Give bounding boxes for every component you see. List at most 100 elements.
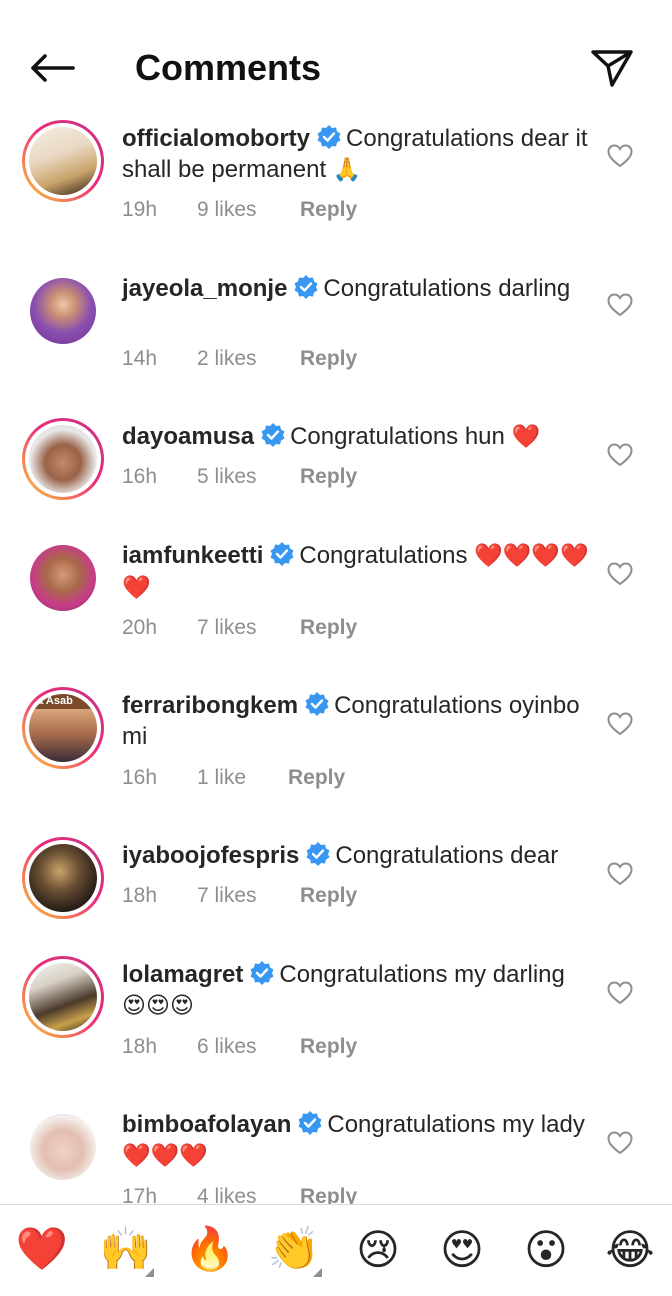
verified-badge-icon bbox=[298, 1111, 322, 1135]
comment-username[interactable]: iamfunkeetti bbox=[122, 542, 263, 569]
comment-item: iyaboojofespris Congratulations dear 18h … bbox=[0, 835, 672, 954]
reply-button[interactable]: Reply bbox=[300, 883, 357, 909]
heart-outline-icon[interactable] bbox=[606, 1129, 634, 1157]
heart-outline-icon[interactable] bbox=[606, 291, 634, 319]
reply-button[interactable]: Reply bbox=[300, 615, 357, 641]
comment-text: Congratulations hun bbox=[290, 423, 505, 450]
comment-username[interactable]: officialomoborty bbox=[122, 125, 310, 152]
comment-time: 17h bbox=[122, 1185, 158, 1204]
reply-button[interactable]: Reply bbox=[300, 346, 357, 372]
comment-username[interactable]: dayoamusa bbox=[122, 423, 254, 450]
avatar bbox=[29, 963, 97, 1031]
page-title: Comments bbox=[135, 47, 322, 88]
skin-tone-indicator bbox=[313, 1268, 322, 1277]
comment-time: 16h bbox=[122, 766, 158, 789]
comment-username[interactable]: jayeola_monje bbox=[122, 275, 287, 302]
verified-badge-icon bbox=[306, 842, 330, 866]
comment-time: 20h bbox=[122, 616, 158, 639]
comment-likes[interactable]: 4 likes bbox=[197, 1184, 300, 1204]
reply-button[interactable]: Reply bbox=[300, 464, 357, 490]
comment-username[interactable]: bimboafolayan bbox=[122, 1111, 291, 1138]
crying-face-emoji-icon: 😢 bbox=[356, 1224, 400, 1274]
reply-button[interactable]: Reply bbox=[300, 1034, 357, 1060]
tears-of-joy-emoji-icon: 😂 bbox=[605, 1224, 655, 1274]
comment-time: 18h bbox=[122, 1035, 158, 1058]
avatar bbox=[30, 1114, 96, 1180]
avatar-story-ring[interactable] bbox=[22, 418, 104, 500]
comment-text: Congratulations dear bbox=[335, 842, 559, 869]
comment-emoji: 🙏 bbox=[332, 157, 362, 183]
avatar-ring[interactable] bbox=[22, 270, 104, 352]
comment-item: ya Asab ferraribongkem Congratulations oy… bbox=[0, 685, 672, 835]
avatar bbox=[29, 127, 97, 195]
comment-text: Congratulations my lady bbox=[327, 1111, 585, 1138]
reaction-crying-face[interactable]: 😢 bbox=[348, 1219, 408, 1279]
comment-item: officialomoborty Congratulations dear it … bbox=[0, 116, 672, 266]
heart-outline-icon[interactable] bbox=[606, 560, 634, 588]
comment-text: Congratulations bbox=[299, 542, 468, 569]
avatar-caption: ya Asab bbox=[31, 695, 73, 707]
comment-emoji: 😍😍😍 bbox=[122, 993, 194, 1019]
heart-outline-icon[interactable] bbox=[606, 710, 634, 738]
comment-username[interactable]: ferraribongkem bbox=[122, 692, 298, 719]
reply-button[interactable]: Reply bbox=[300, 1184, 357, 1204]
avatar-story-ring[interactable] bbox=[22, 956, 104, 1038]
reaction-surprised-face[interactable]: 😮 bbox=[516, 1219, 576, 1279]
heart-outline-icon[interactable] bbox=[606, 142, 634, 170]
paper-plane-icon bbox=[591, 50, 633, 87]
comment-username[interactable]: lolamagret bbox=[122, 961, 243, 988]
comment-emoji: ❤️ bbox=[511, 424, 541, 450]
arrow-left-icon bbox=[31, 54, 75, 82]
reaction-clapping-hands[interactable]: 👏 bbox=[264, 1219, 324, 1279]
raising-hands-emoji-icon: 🙌 bbox=[99, 1224, 153, 1273]
heart-eyes-emoji-icon: 😍 bbox=[440, 1224, 484, 1274]
comment-likes[interactable]: 5 likes bbox=[197, 464, 300, 490]
avatar bbox=[30, 545, 96, 611]
avatar-story-ring[interactable] bbox=[22, 837, 104, 919]
reaction-raising-hands[interactable]: 🙌 bbox=[96, 1219, 156, 1279]
heart-outline-icon[interactable] bbox=[606, 979, 634, 1007]
reaction-fire[interactable]: 🔥 bbox=[180, 1219, 240, 1279]
reaction-heart[interactable]: ❤️ bbox=[12, 1219, 72, 1279]
reply-button[interactable]: Reply bbox=[288, 765, 345, 791]
comments-list[interactable]: officialomoborty Congratulations dear it … bbox=[0, 116, 672, 1204]
avatar-story-ring[interactable]: ya Asab bbox=[22, 687, 104, 769]
back-button[interactable] bbox=[26, 46, 78, 90]
verified-badge-icon bbox=[261, 423, 285, 447]
surprised-face-emoji-icon: 😮 bbox=[524, 1224, 568, 1274]
verified-badge-icon bbox=[294, 275, 318, 299]
comment-likes[interactable]: 7 likes bbox=[197, 883, 300, 909]
comment-likes[interactable]: 2 likes bbox=[197, 346, 300, 372]
verified-badge-icon bbox=[317, 125, 341, 149]
comment-item: lolamagret Congratulations my darling 😍😍😍… bbox=[0, 954, 672, 1104]
avatar-ring[interactable] bbox=[22, 537, 104, 619]
verified-badge-icon bbox=[270, 542, 294, 566]
quick-reactions-bar: ❤️ 🙌 🔥 👏 😢 😍 😮 😂 bbox=[0, 1204, 672, 1296]
comment-likes[interactable]: 6 likes bbox=[197, 1034, 300, 1060]
heart-outline-icon[interactable] bbox=[606, 441, 634, 469]
avatar bbox=[30, 278, 96, 344]
avatar bbox=[29, 425, 97, 493]
avatar-story-ring[interactable] bbox=[22, 120, 104, 202]
comment-time: 19h bbox=[122, 198, 158, 221]
comment-time: 18h bbox=[122, 884, 158, 907]
reply-button[interactable]: Reply bbox=[300, 197, 357, 223]
heart-outline-icon[interactable] bbox=[606, 860, 634, 888]
reaction-heart-eyes[interactable]: 😍 bbox=[432, 1219, 492, 1279]
comment-likes[interactable]: 1 like bbox=[197, 765, 288, 791]
clapping-hands-emoji-icon: 👏 bbox=[267, 1224, 321, 1273]
skin-tone-indicator bbox=[145, 1268, 154, 1277]
comment-likes[interactable]: 9 likes bbox=[197, 197, 300, 223]
comment-text: Congratulations my darling bbox=[279, 961, 565, 988]
comment-likes[interactable]: 7 likes bbox=[197, 615, 300, 641]
avatar bbox=[29, 844, 97, 912]
avatar: ya Asab bbox=[29, 694, 97, 762]
comment-username[interactable]: iyaboojofespris bbox=[122, 842, 299, 869]
avatar-ring[interactable] bbox=[22, 1106, 104, 1188]
fire-emoji-icon: 🔥 bbox=[183, 1224, 237, 1273]
share-button[interactable] bbox=[586, 42, 638, 94]
comment-text: Congratulations darling bbox=[323, 275, 571, 302]
comment-emoji: ❤️❤️❤️ bbox=[122, 1143, 208, 1169]
comment-item: bimboafolayan Congratulations my lady ❤️❤️… bbox=[0, 1104, 672, 1204]
reaction-tears-of-joy[interactable]: 😂 bbox=[600, 1219, 660, 1279]
